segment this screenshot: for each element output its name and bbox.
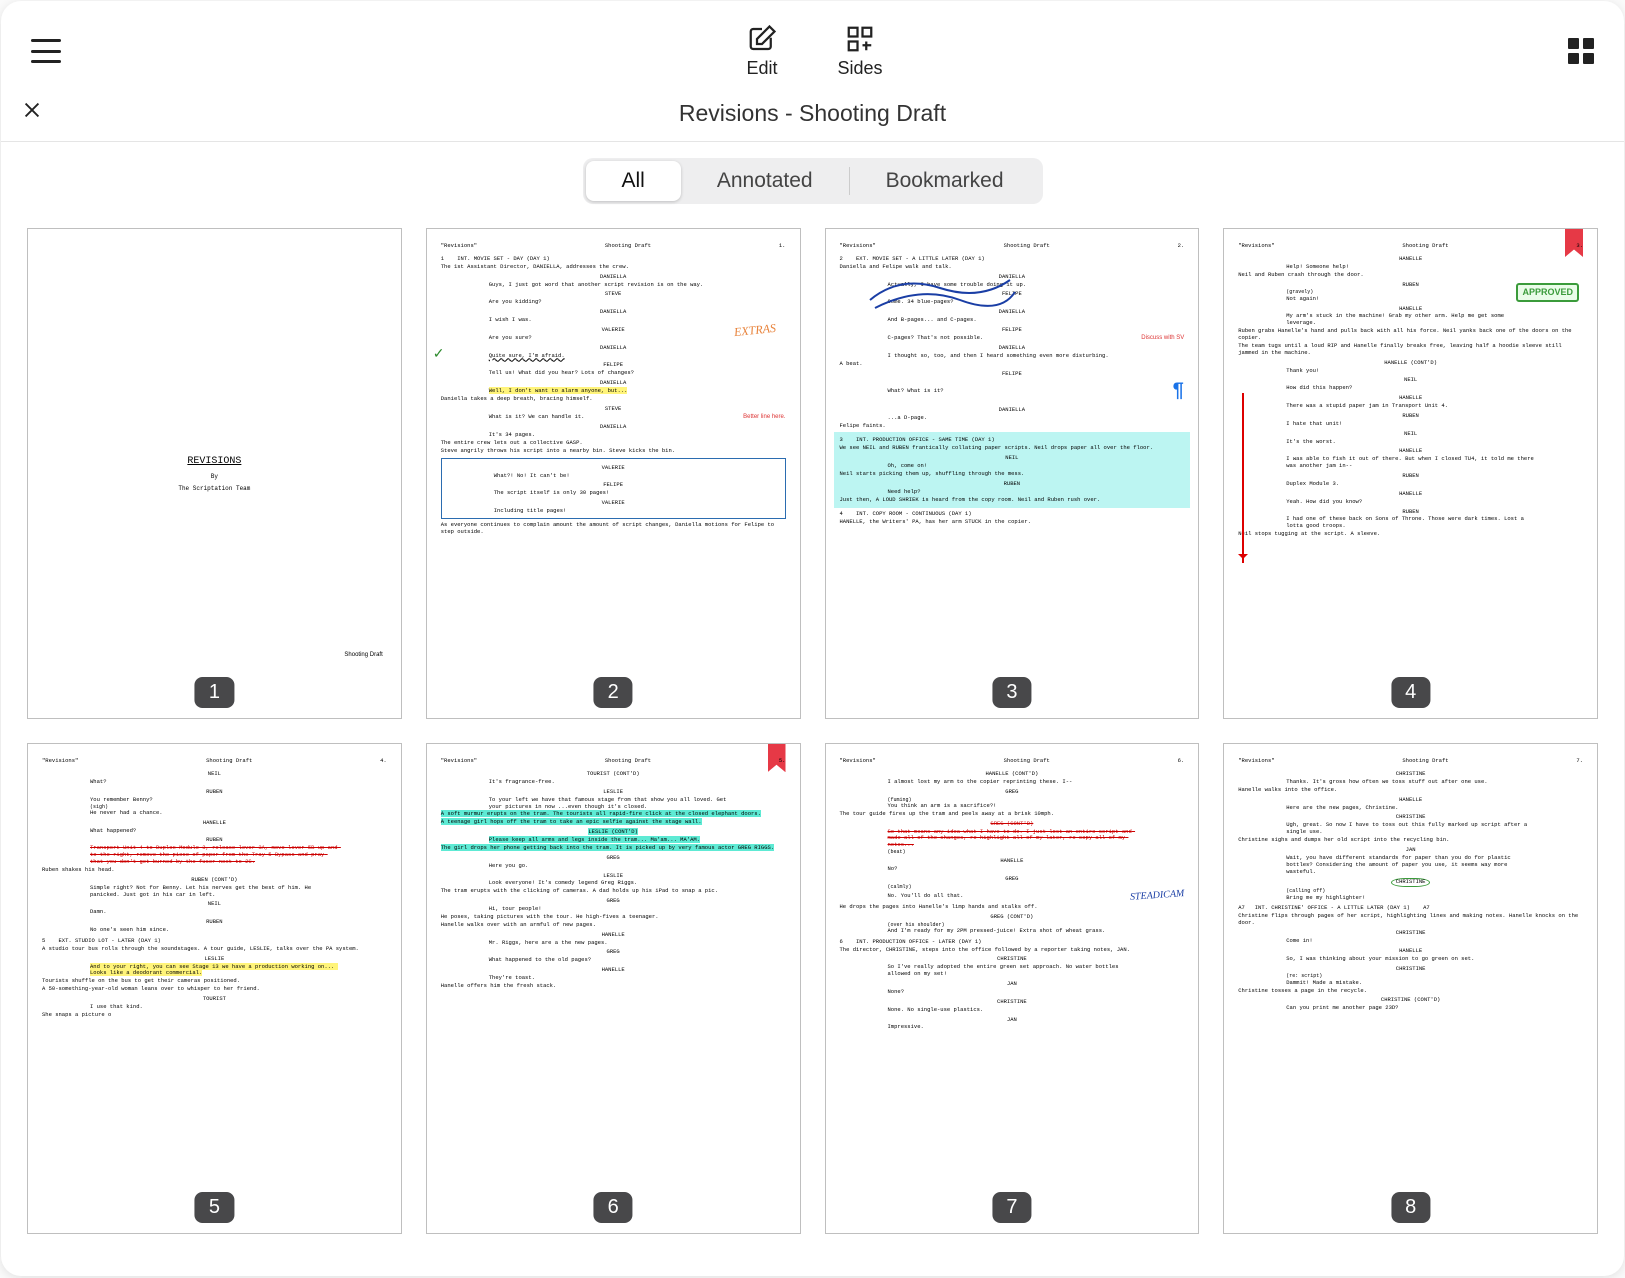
page-thumbnail[interactable]: "Revisions"Shooting Draft2. 2 EXT. MOVIE… bbox=[825, 228, 1200, 719]
sides-label: Sides bbox=[838, 58, 883, 79]
cover-title: REVISIONS bbox=[187, 456, 241, 467]
edit-button[interactable]: Edit bbox=[746, 24, 777, 79]
page-number-badge: 7 bbox=[992, 1192, 1031, 1223]
sides-icon bbox=[845, 24, 875, 54]
cover-by: By bbox=[211, 473, 218, 480]
page-thumbnail[interactable]: "Revisions"Shooting Draft4. NEIL What? R… bbox=[27, 743, 402, 1234]
handwritten-note: EXTRAS bbox=[733, 321, 776, 340]
page-thumbnail[interactable]: "Revisions"Shooting Draft5. TOURIST (CON… bbox=[426, 743, 801, 1234]
page-number-badge: 4 bbox=[1391, 677, 1430, 708]
cover-team: The Scriptation Team bbox=[178, 485, 250, 492]
filter-segmented: All Annotated Bookmarked bbox=[1, 142, 1624, 218]
pages-grid-container[interactable]: REVISIONS By The Scriptation Team Shooti… bbox=[1, 218, 1624, 1276]
page-number-badge: 8 bbox=[1391, 1192, 1430, 1223]
page-number-badge: 1 bbox=[195, 677, 234, 708]
toolbar: Edit Sides bbox=[1, 1, 1624, 91]
page-thumbnail[interactable]: APPROVED "Revisions"Shooting Draft3. HAN… bbox=[1223, 228, 1598, 719]
arrow-annotation bbox=[1242, 393, 1244, 563]
handwritten-note: STEADICAM bbox=[1129, 888, 1184, 904]
annotation-note: Better line here. bbox=[743, 414, 785, 422]
page-thumbnail[interactable]: "Revisions"Shooting Draft7. CHRISTINE Th… bbox=[1223, 743, 1598, 1234]
tab-bookmarked[interactable]: Bookmarked bbox=[850, 161, 1040, 201]
cover-footer: Shooting Draft bbox=[344, 652, 382, 658]
checkmark-icon: ✓ bbox=[433, 347, 445, 365]
titlebar: Revisions - Shooting Draft bbox=[1, 91, 1624, 142]
box-annotation: VALERIE What?! No! It can't be! FELIPE T… bbox=[441, 458, 786, 519]
page-thumbnail[interactable]: "Revisions"Shooting Draft1. 1 INT. MOVIE… bbox=[426, 228, 801, 719]
edit-label: Edit bbox=[746, 58, 777, 79]
view-grid-icon[interactable] bbox=[1568, 38, 1594, 64]
page-thumbnail[interactable]: "Revisions"Shooting Draft6. HANELLE (CON… bbox=[825, 743, 1200, 1234]
page-thumbnail[interactable]: REVISIONS By The Scriptation Team Shooti… bbox=[27, 228, 402, 719]
page-number-badge: 3 bbox=[992, 677, 1031, 708]
strikethrough-annotation: Transport Unit 4 to Duplex Module 3, rel… bbox=[90, 844, 341, 865]
menu-icon[interactable] bbox=[31, 39, 61, 63]
page-number-badge: 5 bbox=[195, 1192, 234, 1223]
sides-button[interactable]: Sides bbox=[838, 24, 883, 79]
pilcrow-icon: ¶ bbox=[1172, 379, 1184, 404]
close-icon[interactable] bbox=[21, 99, 51, 127]
page-title: Revisions - Shooting Draft bbox=[51, 100, 1574, 127]
page-number-badge: 6 bbox=[594, 1192, 633, 1223]
approved-stamp: APPROVED bbox=[1516, 283, 1579, 302]
tab-annotated[interactable]: Annotated bbox=[681, 161, 849, 201]
page-number-badge: 2 bbox=[594, 677, 633, 708]
highlight-block: 3 INT. PRODUCTION OFFICE - SAME TIME (DA… bbox=[834, 432, 1191, 508]
circle-annotation: CHRISTINE bbox=[1391, 878, 1431, 887]
annotation-note: Discuss with SV bbox=[1141, 335, 1184, 343]
scribble-annotation bbox=[860, 270, 1020, 320]
edit-icon bbox=[747, 24, 777, 54]
tab-all[interactable]: All bbox=[586, 161, 681, 201]
